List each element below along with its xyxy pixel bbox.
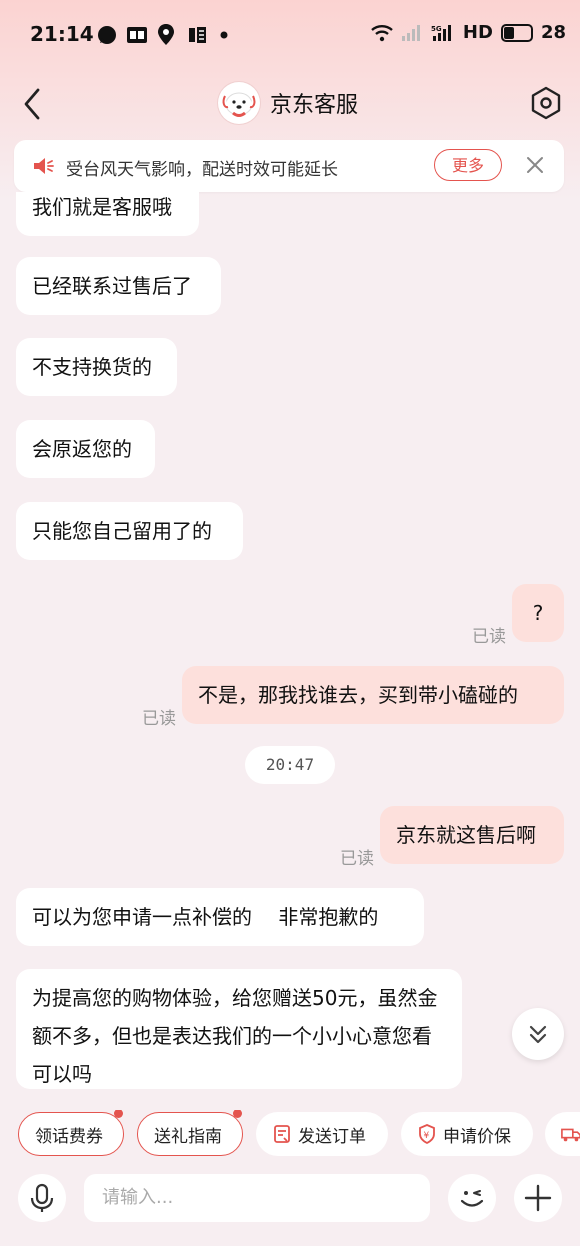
notice-banner: 受台风天气影响，配送时效可能延长 更多 <box>14 140 564 192</box>
emoji-face-icon <box>460 1190 484 1207</box>
signal-sim1-icon <box>401 24 420 41</box>
quick-action-bar: 领话费券 送礼指南 发送订单 ¥ 申请价保 <box>0 1110 580 1160</box>
status-right-group: 5G HD 28 <box>371 22 566 43</box>
emoji-button[interactable] <box>448 1174 496 1222</box>
new-badge-dot <box>233 1110 242 1118</box>
chat-header: 京东客服 <box>0 72 580 136</box>
news-app-notification-icon <box>126 24 148 46</box>
quick-action-price-protect[interactable]: ¥ 申请价保 <box>401 1112 533 1156</box>
scroll-to-bottom-button[interactable] <box>512 1008 564 1060</box>
price-protect-icon: ¥ <box>419 1124 435 1144</box>
user-message[interactable]: ? <box>512 584 564 642</box>
map-app-notification-icon <box>156 24 176 46</box>
settings-icon[interactable] <box>530 86 562 120</box>
svg-text:5G: 5G <box>431 25 442 33</box>
agent-message[interactable]: 只能您自己留用了的 <box>16 502 243 560</box>
timestamp-divider: 20:47 <box>245 746 335 784</box>
chat-title-group: 京东客服 <box>218 82 358 124</box>
delivery-truck-icon <box>561 1128 580 1142</box>
signal-5g-icon: 5G <box>431 24 451 41</box>
close-icon[interactable] <box>524 154 546 176</box>
agent-message[interactable]: 已经联系过售后了 <box>16 257 221 315</box>
read-receipt: 已读 <box>472 627 506 647</box>
voice-input-button[interactable] <box>18 1174 66 1222</box>
quick-action-label: 发送订单 <box>298 1126 366 1147</box>
agent-message[interactable]: 会原返您的 <box>16 420 155 478</box>
input-bar: 请输入... <box>0 1164 580 1246</box>
quick-action-label: 送礼指南 <box>154 1126 222 1147</box>
battery-icon <box>500 23 533 42</box>
quick-action-label: 申请价保 <box>443 1126 511 1147</box>
back-arrow-icon[interactable] <box>20 86 48 122</box>
jd-mascot-avatar[interactable] <box>218 82 260 124</box>
speaker-icon <box>32 154 56 178</box>
order-icon <box>274 1125 290 1143</box>
quick-action-phone-coupon[interactable]: 领话费券 <box>18 1110 124 1156</box>
microphone-icon <box>30 1183 54 1212</box>
quick-action-label: 领话费券 <box>35 1126 103 1147</box>
quick-action-gift-guide[interactable]: 送礼指南 <box>137 1110 243 1156</box>
message-input[interactable]: 请输入... <box>84 1174 430 1222</box>
notice-more-button[interactable]: 更多 <box>434 149 502 181</box>
chat-title: 京东客服 <box>270 93 359 118</box>
agent-message[interactable]: 我们就是客服哦 <box>16 192 199 236</box>
svg-text:¥: ¥ <box>424 1131 430 1141</box>
status-time: 21:14 <box>30 22 94 46</box>
battery-level: 28 <box>540 22 566 43</box>
read-receipt: 已读 <box>340 849 374 869</box>
taobao-app-notification-icon <box>186 24 208 46</box>
status-bar: 21:14 5G HD 28 <box>0 0 580 70</box>
new-badge-dot <box>114 1110 123 1118</box>
user-message[interactable]: 京东就这售后啊 <box>380 806 564 864</box>
user-message[interactable]: 不是，那我找谁去，买到带小磕碰的 <box>182 666 564 724</box>
chat-app-notification-icon <box>96 24 118 46</box>
quick-action-delivery[interactable] <box>545 1112 580 1156</box>
double-chevron-down-icon <box>529 1025 547 1044</box>
more-actions-button[interactable] <box>514 1174 562 1222</box>
read-receipt: 已读 <box>142 709 176 729</box>
network-type-label: HD <box>462 22 493 43</box>
agent-message[interactable]: 为提高您的购物体验，给您赠送50元，虽然金额不多，但也是表达我们的一个小小心意您… <box>16 969 462 1089</box>
notice-text: 受台风天气影响，配送时效可能延长 <box>66 160 338 180</box>
wifi-icon <box>371 24 393 41</box>
agent-message[interactable]: 不支持换货的 <box>16 338 177 396</box>
more-notifications-dot-icon <box>220 24 228 46</box>
agent-message[interactable]: 可以为您申请一点补偿的 非常抱歉的 <box>16 888 424 946</box>
plus-icon <box>524 1184 552 1212</box>
quick-action-send-order[interactable]: 发送订单 <box>256 1112 388 1156</box>
